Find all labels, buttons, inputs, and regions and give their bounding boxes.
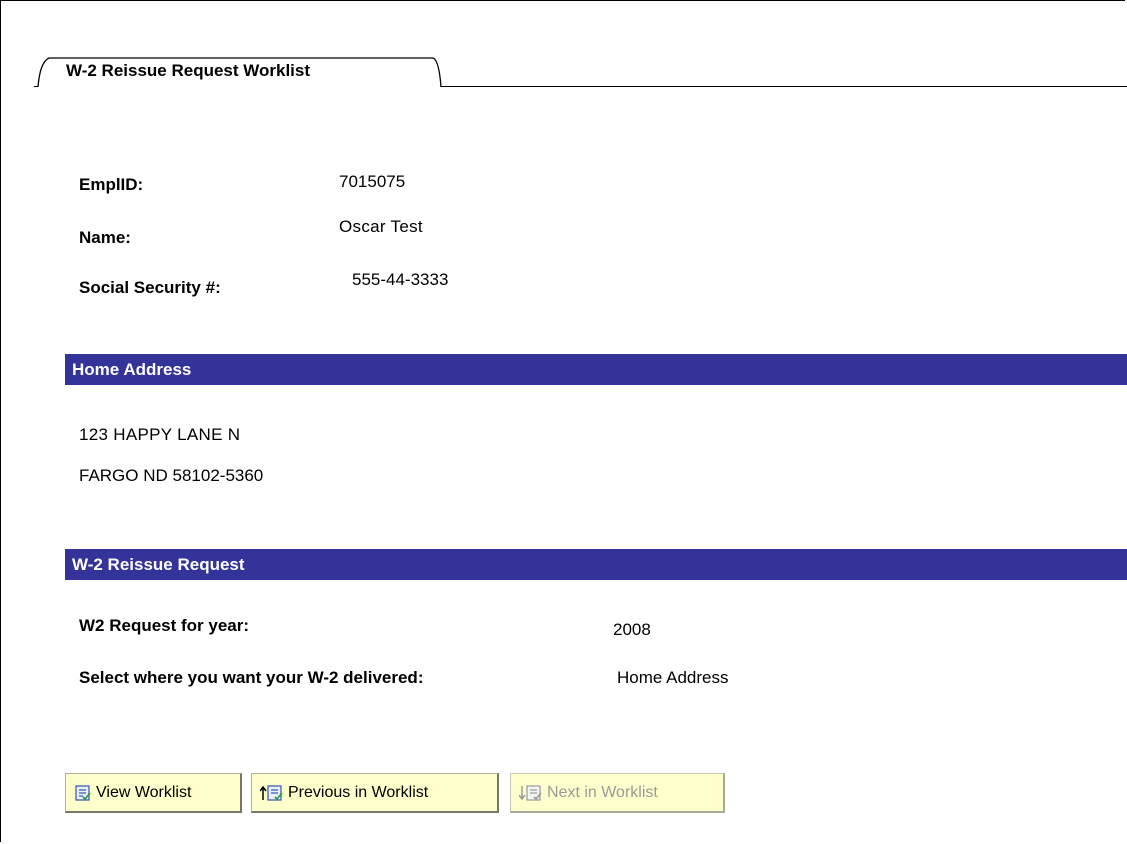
- page-frame: [0, 0, 1125, 842]
- name-value: Oscar Test: [339, 217, 423, 236]
- previous-in-worklist-label: Previous in Worklist: [288, 783, 429, 801]
- tab-w2-reissue-request-worklist[interactable]: W-2 Reissue Request Worklist: [37, 56, 442, 88]
- next-in-worklist-button[interactable]: Next in Worklist: [510, 773, 725, 813]
- delivery-value: Home Address: [617, 668, 729, 687]
- worklist-icon: [74, 784, 92, 802]
- view-worklist-button[interactable]: View Worklist: [65, 773, 242, 813]
- previous-worklist-icon: [260, 784, 284, 802]
- w2-reissue-request-header: W-2 Reissue Request: [65, 549, 1127, 580]
- ssn-label: Social Security #:: [79, 278, 221, 297]
- home-address-header: Home Address: [65, 354, 1127, 385]
- request-year-value: 2008: [613, 620, 651, 639]
- ssn-value: 555-44-3333: [352, 270, 449, 289]
- previous-in-worklist-button[interactable]: Previous in Worklist: [251, 773, 499, 813]
- delivery-label: Select where you want your W-2 delivered…: [79, 668, 424, 687]
- next-worklist-icon: [519, 784, 543, 802]
- emplid-value: 7015075: [339, 172, 406, 191]
- view-worklist-label: View Worklist: [96, 783, 192, 801]
- name-label: Name:: [79, 228, 131, 247]
- tab-label: W-2 Reissue Request Worklist: [66, 61, 311, 80]
- emplid-label: EmplID:: [79, 175, 144, 194]
- address-line-1: 123 HAPPY LANE N: [79, 425, 241, 444]
- address-line-2: FARGO ND 58102-5360: [79, 466, 264, 485]
- next-in-worklist-label: Next in Worklist: [547, 783, 658, 801]
- request-year-label: W2 Request for year:: [79, 616, 250, 635]
